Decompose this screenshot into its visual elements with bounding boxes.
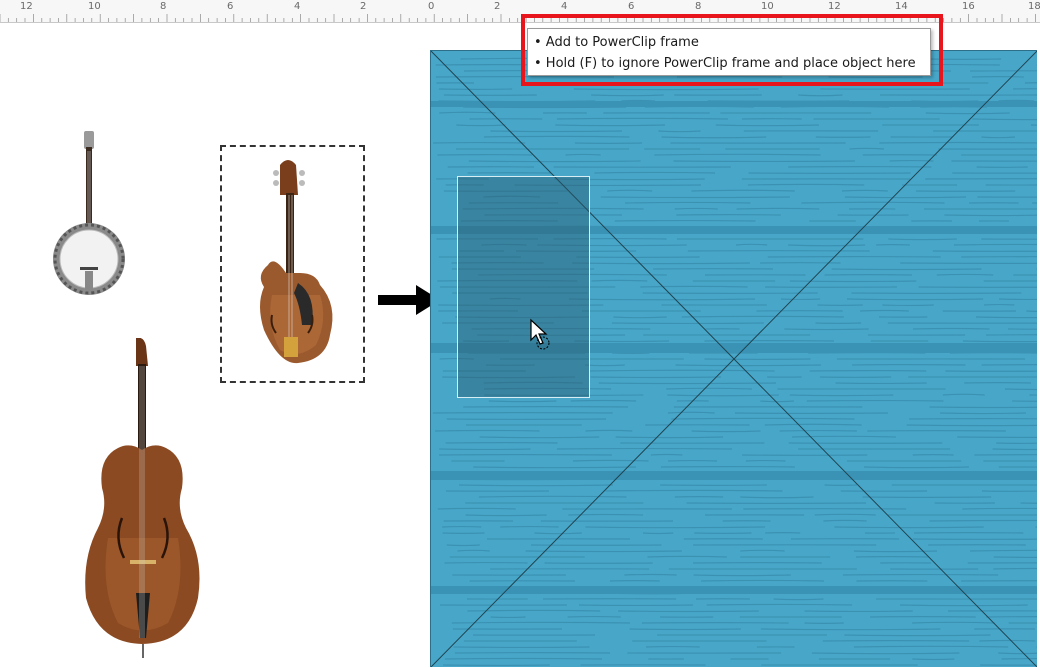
ruler-label: 18 <box>1028 1 1040 12</box>
mandolin-image[interactable] <box>250 155 340 370</box>
ruler-label: 14 <box>895 1 908 12</box>
ruler-label: 4 <box>294 1 301 12</box>
ruler-label: 4 <box>561 1 568 12</box>
ruler-label: 12 <box>20 1 33 12</box>
ruler-label: 16 <box>962 1 975 12</box>
ruler-label: 10 <box>88 1 101 12</box>
ruler-label: 8 <box>695 1 702 12</box>
double-bass-image[interactable] <box>78 338 208 658</box>
placement-preview <box>457 176 590 398</box>
ruler-label: 2 <box>360 1 367 12</box>
ruler-label: 8 <box>160 1 167 12</box>
ruler-label: 0 <box>428 1 435 12</box>
ruler-label: 6 <box>227 1 234 12</box>
ruler-label: 10 <box>761 1 774 12</box>
ruler-label: 12 <box>828 1 841 12</box>
powerclip-cursor-icon <box>530 318 550 350</box>
ruler-label: 2 <box>494 1 501 12</box>
highlight-annotation <box>521 14 943 86</box>
banjo-image[interactable] <box>50 131 130 296</box>
ruler-label: 6 <box>628 1 635 12</box>
drawing-canvas[interactable]: • Add to PowerClip frame • Hold (F) to i… <box>0 14 1040 667</box>
